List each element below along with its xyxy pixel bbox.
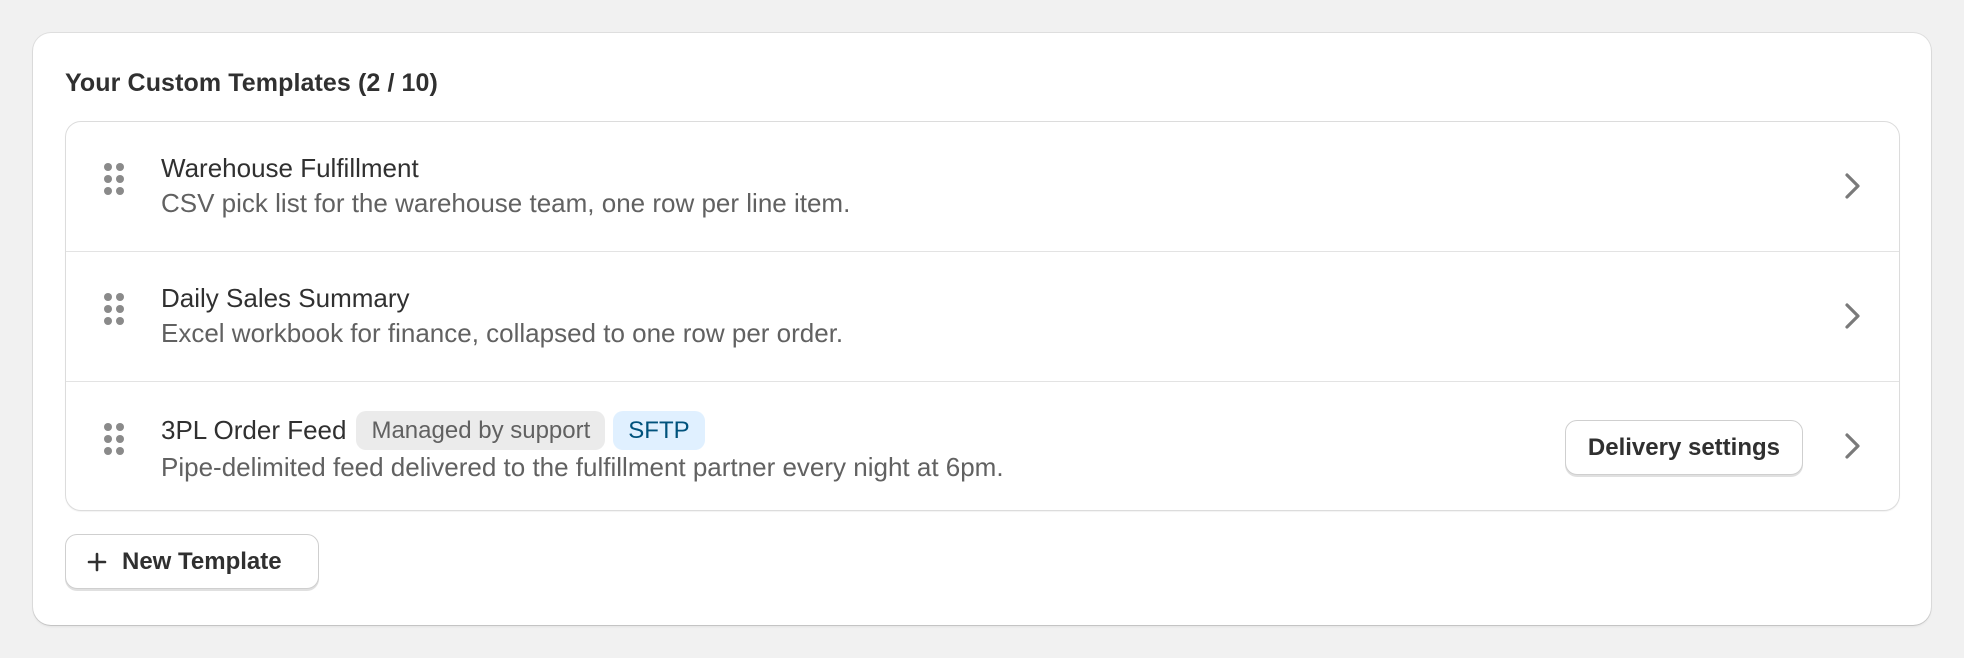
- drag-handle-icon[interactable]: [103, 162, 125, 196]
- templates-list: Warehouse Fulfillment CSV pick list for …: [65, 121, 1900, 511]
- template-name-line: Warehouse Fulfillment: [161, 148, 419, 188]
- chevron-right-icon[interactable]: [1843, 299, 1863, 333]
- template-name-line: Daily Sales Summary: [161, 278, 410, 318]
- template-description: Pipe-delimited feed delivered to the ful…: [161, 452, 1004, 482]
- chevron-right-icon[interactable]: [1843, 169, 1863, 203]
- template-row-warehouse-fulfillment[interactable]: Warehouse Fulfillment CSV pick list for …: [66, 122, 1899, 252]
- template-description: CSV pick list for the warehouse team, on…: [161, 188, 851, 218]
- drag-handle-icon[interactable]: [103, 422, 125, 456]
- delivery-settings-button[interactable]: Delivery settings: [1564, 420, 1803, 475]
- template-name-line: 3PL Order Feed Managed by support SFTP: [161, 410, 705, 450]
- sftp-badge: SFTP: [613, 410, 705, 450]
- template-name: 3PL Order Feed: [161, 414, 347, 445]
- new-template-label: New Template: [122, 547, 282, 575]
- template-row-daily-sales-summary[interactable]: Daily Sales Summary Excel workbook for f…: [66, 252, 1899, 382]
- plus-icon: [86, 551, 108, 573]
- chevron-right-icon[interactable]: [1843, 429, 1863, 463]
- section-title: Your Custom Templates (2 / 10): [65, 69, 438, 97]
- template-description: Excel workbook for finance, collapsed to…: [161, 318, 844, 348]
- template-name: Daily Sales Summary: [161, 282, 410, 313]
- template-name: Warehouse Fulfillment: [161, 152, 419, 183]
- managed-by-support-badge: Managed by support: [356, 410, 606, 450]
- drag-handle-icon[interactable]: [103, 292, 125, 326]
- custom-templates-card: Your Custom Templates (2 / 10) Warehouse…: [33, 33, 1931, 625]
- new-template-button[interactable]: New Template: [65, 534, 319, 589]
- template-row-3pl-order-feed[interactable]: 3PL Order Feed Managed by support SFTP P…: [66, 382, 1899, 510]
